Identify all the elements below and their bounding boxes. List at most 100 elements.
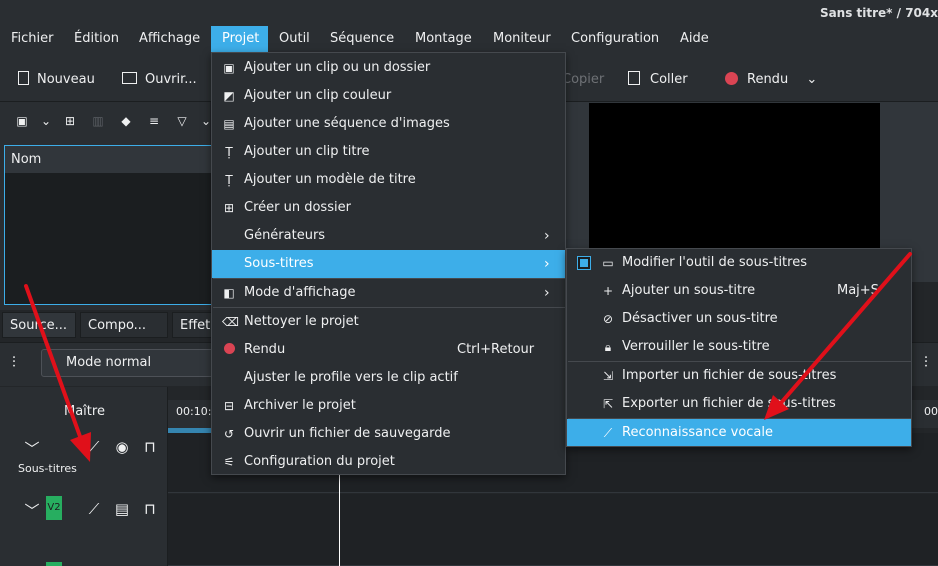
menu-projet[interactable]: Projet (211, 26, 268, 52)
checkbox-checked-icon (577, 256, 591, 270)
render-icon (222, 343, 236, 357)
tab-source[interactable]: Source... (2, 312, 76, 338)
import-icon: ⇲ (602, 369, 614, 383)
chevron-down-icon[interactable]: ⌄ (38, 113, 54, 129)
menu-item-subtitles[interactable]: Sous-titres › (212, 250, 565, 278)
master-label[interactable]: Maître (64, 404, 105, 419)
menu-item-view-mode[interactable]: ◧ Mode d'affichage › (212, 279, 565, 307)
chevron-right-icon: › (544, 228, 550, 244)
title-template-icon: Ṭ (225, 173, 233, 187)
menu-item-render[interactable]: Rendu Ctrl+Retour (212, 336, 565, 364)
archive-icon: ⊟ (223, 399, 235, 413)
magic-wand-icon[interactable]: ⟋ (84, 438, 104, 456)
chevron-down-icon[interactable]: ⌄ (806, 72, 817, 87)
eye-icon[interactable]: ◉ (112, 438, 132, 456)
subtitles-submenu: ▭ Modifier l'outil de sous-titres + Ajoute… (566, 248, 912, 447)
menu-item-open-backup[interactable]: ↺ Ouvrir un fichier de sauvegarde (212, 420, 565, 448)
chevron-down-icon[interactable]: ﹀ (22, 500, 42, 521)
eye-off-icon: ⊘ (602, 312, 614, 326)
menu-moniteur[interactable]: Moniteur (487, 26, 557, 52)
lock-icon[interactable]: ⊓ (140, 438, 160, 456)
menu-item-add-title-clip[interactable]: Ṭ Ajouter un clip titre (212, 138, 565, 166)
menu-affichage[interactable]: Affichage (133, 26, 206, 52)
menu-aide[interactable]: Aide (674, 26, 715, 52)
v2-lane[interactable] (168, 494, 938, 566)
menu-item-add-image-sequence[interactable]: ▤ Ajouter une séquence d'images (212, 110, 565, 138)
tab-compositions[interactable]: Compo... (80, 312, 168, 338)
add-subtitle-shortcut: Maj+S (837, 283, 879, 298)
menu-item-add-title-template[interactable]: Ṭ Ajouter un modèle de titre (212, 166, 565, 194)
menu-item-add-color-clip[interactable]: ◩ Ajouter un clip couleur (212, 82, 565, 110)
clipboard-icon (628, 71, 640, 85)
image-sequence-icon: ▤ (223, 117, 235, 131)
menu-item-lock-subtitle[interactable]: 🔒︎ Verrouiller le sous-titre (567, 333, 911, 361)
filter-icon[interactable]: ▽ (174, 113, 190, 129)
clean-icon: ⌫ (222, 315, 239, 329)
tag-icon[interactable]: ◆ (118, 113, 134, 129)
menu-montage[interactable]: Montage (409, 26, 478, 52)
tab-effects[interactable]: Effet (172, 312, 212, 338)
subtitles-track-label: Sous-titres (18, 462, 77, 475)
v2-track-tag[interactable]: V2 (46, 496, 62, 520)
backup-icon: ↺ (223, 427, 235, 441)
menu-item-disable-subtitle[interactable]: ⊘ Désactiver un sous-titre (567, 305, 911, 333)
film-icon[interactable]: ▤ (112, 500, 132, 518)
menu-fichier[interactable]: Fichier (5, 26, 60, 52)
folder-icon (122, 72, 137, 84)
new-file-icon (18, 71, 29, 85)
settings-icon: ⚟ (223, 455, 235, 469)
menu-edition[interactable]: Édition (68, 26, 125, 52)
render-button[interactable]: Rendu ⌄ (725, 70, 817, 90)
render-dot-icon (725, 72, 738, 85)
new-button[interactable]: Nouveau (18, 70, 95, 90)
sliders-icon[interactable]: ⫶ (924, 353, 928, 371)
trash-icon[interactable]: ▥ (90, 113, 106, 129)
menu-item-edit-subtitle-tool[interactable]: ▭ Modifier l'outil de sous-titres (567, 249, 911, 277)
title-clip-icon: Ṭ (225, 145, 233, 159)
bin-column-header[interactable]: Nom (5, 146, 214, 174)
menu-bar: Fichier Édition Affichage Projet Outil S… (0, 26, 938, 52)
menu-item-add-subtitle[interactable]: + Ajouter un sous-titre Maj+S (567, 277, 911, 305)
title-bar: Sans titre* / 704x (0, 0, 938, 26)
paste-button[interactable]: Coller (628, 70, 688, 90)
add-clip-icon: ▣ (223, 61, 235, 75)
edit-mode-combo[interactable]: Mode normal (41, 349, 216, 377)
chevron-down-icon[interactable]: ﹀ (22, 438, 42, 459)
menu-item-archive-project[interactable]: ⊟ Archiver le projet (212, 392, 565, 420)
monitor-screen[interactable] (589, 103, 880, 253)
menu-lines-icon[interactable]: ≡ (146, 113, 162, 129)
window-title: Sans titre* / 704x (819, 6, 938, 20)
lock-icon[interactable]: ⊓ (140, 500, 160, 518)
magic-wand-icon: ⟋ (603, 426, 613, 440)
menu-item-add-clip[interactable]: ▣ Ajouter un clip ou un dossier (212, 54, 565, 82)
chevron-right-icon: › (544, 256, 550, 272)
menu-item-import-subtitles[interactable]: ⇲ Importer un fichier de sous-titres (567, 362, 911, 390)
menu-outil[interactable]: Outil (273, 26, 316, 52)
subtitle-tool-icon: ▭ (602, 256, 614, 270)
menu-item-project-settings[interactable]: ⚟ Configuration du projet (212, 448, 565, 476)
sliders-icon[interactable]: ⫶ (12, 353, 16, 371)
menu-item-speech-recognition[interactable]: ⟋ Reconnaissance vocale (567, 419, 911, 446)
ruler-time-right: 00 (924, 405, 938, 418)
project-menu: ▣ Ajouter un clip ou un dossier ◩ Ajouter … (211, 52, 566, 475)
view-mode-icon: ◧ (223, 286, 235, 300)
color-clip-icon: ◩ (223, 89, 235, 103)
menu-item-adjust-profile[interactable]: Ajuster le profile vers le clip actif (212, 364, 565, 392)
menu-item-create-folder[interactable]: ⊞ Créer un dossier (212, 194, 565, 222)
menu-sequence[interactable]: Séquence (324, 26, 400, 52)
menu-configuration[interactable]: Configuration (565, 26, 665, 52)
render-shortcut: Ctrl+Retour (457, 342, 535, 357)
v1-track-tag (46, 562, 62, 566)
export-icon: ⇱ (602, 397, 614, 411)
folder-add-icon[interactable]: ⊞ (62, 113, 78, 129)
menu-item-generators[interactable]: Générateurs › (212, 222, 565, 250)
chevron-right-icon: › (544, 285, 550, 301)
playhead[interactable] (339, 470, 340, 566)
menu-item-clean-project[interactable]: ⌫ Nettoyer le projet (212, 308, 565, 336)
menu-item-export-subtitles[interactable]: ⇱ Exporter un fichier de sous-titres (567, 390, 911, 418)
magic-wand-icon[interactable]: ⟋ (84, 500, 104, 518)
copy-button[interactable]: Copier (562, 70, 604, 90)
add-clip-icon[interactable]: ▣ (14, 113, 30, 129)
ruler-time: 00:10: (176, 405, 212, 418)
open-button[interactable]: Ouvrir... (122, 70, 197, 90)
